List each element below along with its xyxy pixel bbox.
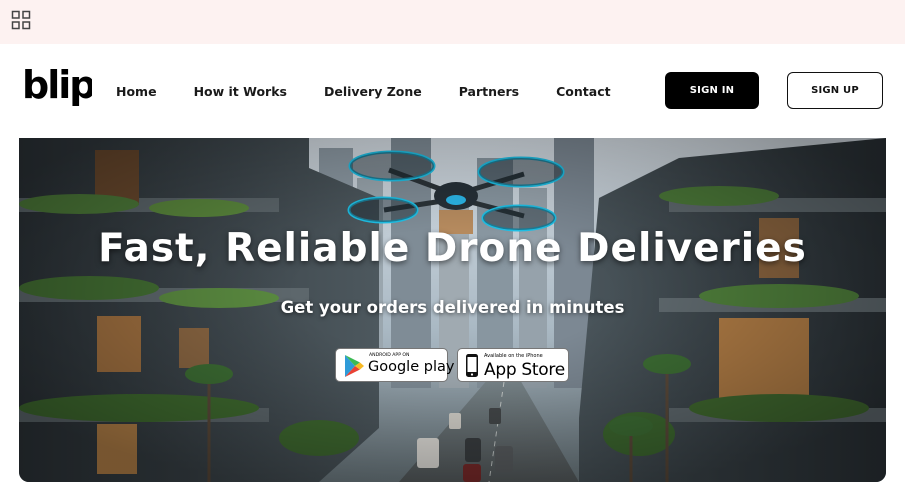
sign-in-button[interactable]: SIGN IN [665,72,759,109]
nav-links: Home How it Works Delivery Zone Partners… [116,84,648,99]
blip-logo[interactable]: blip [22,66,92,110]
hero-subtitle: Get your orders delivered in minutes [280,298,625,317]
app-store-button[interactable]: Available on the iPhone App Store [457,348,569,382]
nav-partners[interactable]: Partners [459,84,519,99]
nav-how-it-works[interactable]: How it Works [194,84,287,99]
top-bar [0,0,905,44]
sign-up-button[interactable]: SIGN UP [787,72,883,109]
apple-iphone-icon [466,354,478,377]
nav-delivery-zone[interactable]: Delivery Zone [324,84,422,99]
nav-home[interactable]: Home [116,84,157,99]
google-play-small-text: ANDROID APP ON [369,353,410,358]
google-play-big-text: Google play [368,359,455,375]
google-play-icon [345,355,364,377]
grid-menu-icon[interactable] [11,10,31,30]
main-navbar: blip Home How it Works Delivery Zone Par… [0,44,905,138]
hero-banner: Fast, Reliable Drone Deliveries Get your… [19,138,886,482]
app-store-big-text: App Store [484,360,565,380]
app-store-small-text: Available on the iPhone [484,353,543,359]
svg-text:blip: blip [22,66,92,107]
nav-contact[interactable]: Contact [556,84,610,99]
google-play-button[interactable]: ANDROID APP ON Google play [335,348,454,382]
hero-title: Fast, Reliable Drone Deliveries [98,226,807,271]
